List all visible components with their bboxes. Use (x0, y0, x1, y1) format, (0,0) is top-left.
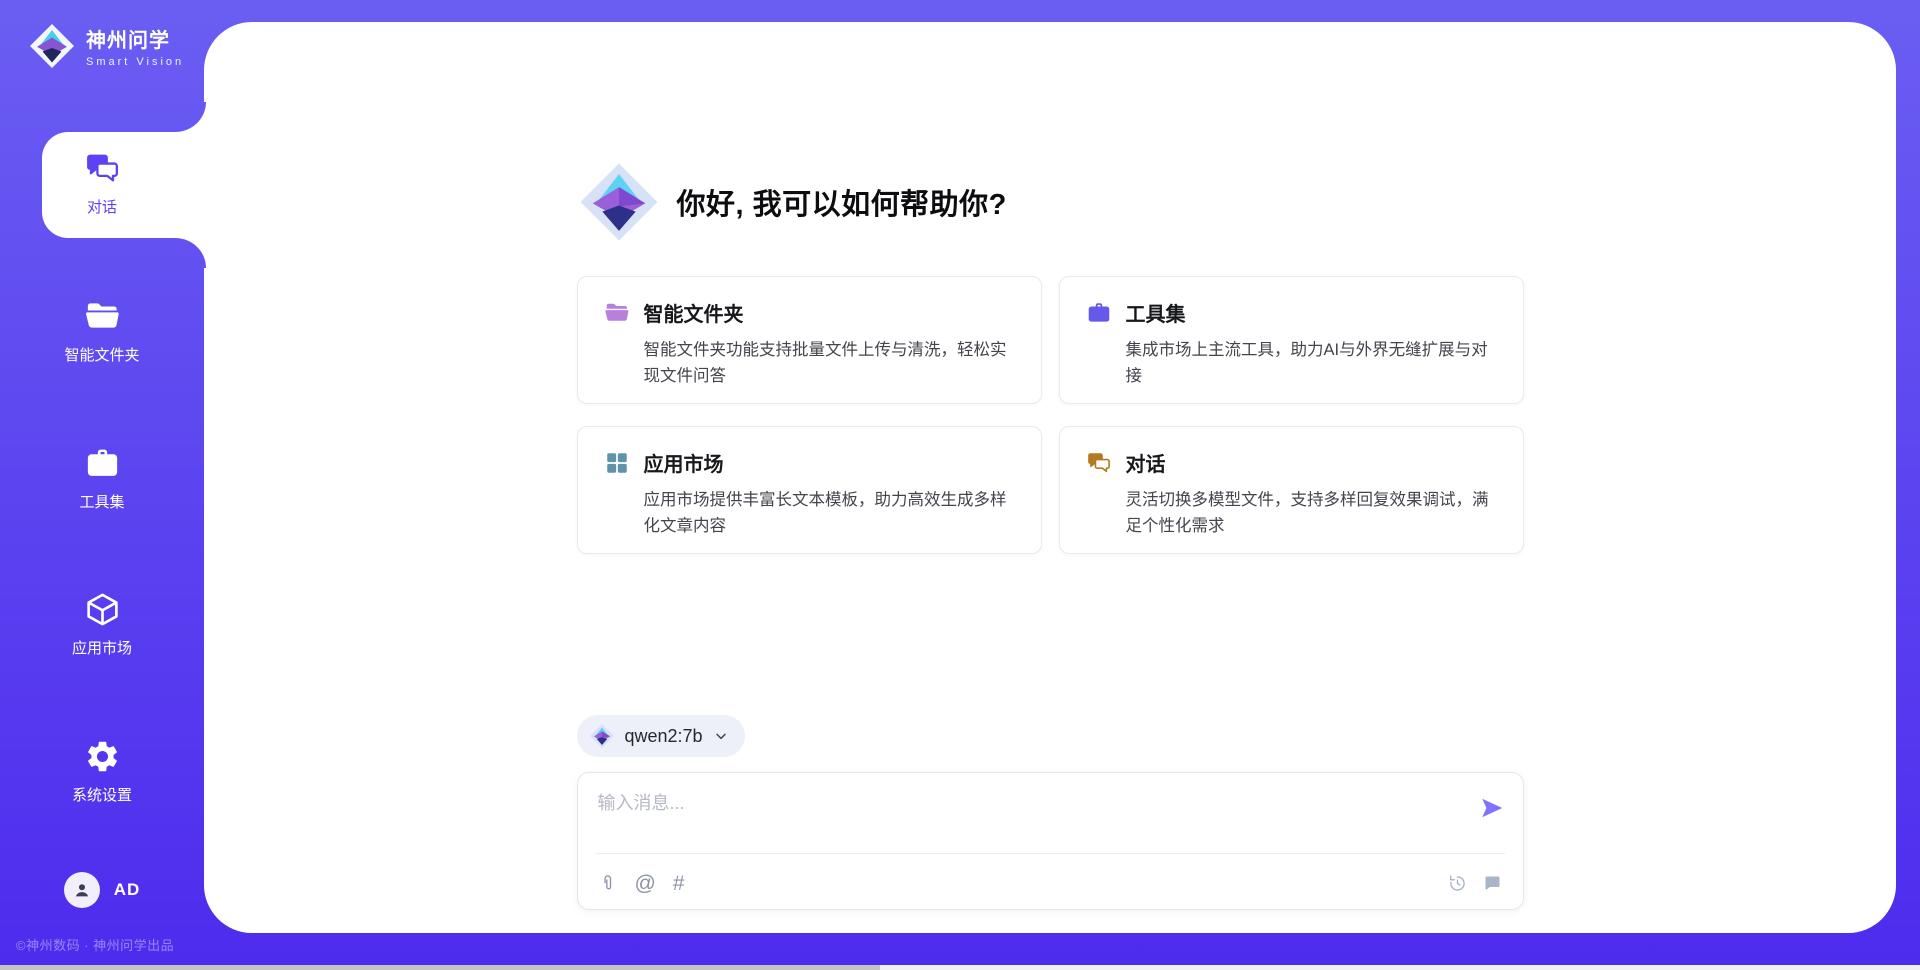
horizontal-scrollbar[interactable] (0, 965, 1920, 970)
send-icon[interactable] (1479, 795, 1505, 821)
card-toolset[interactable]: 工具集 集成市场上主流工具，助力AI与外界无缝扩展与对接 (1059, 276, 1524, 404)
brand-subtitle: Smart Vision (86, 56, 184, 68)
greeting-title: 你好, 我可以如何帮助你? (677, 181, 1007, 223)
sidebar-item-smart-folder[interactable]: 智能文件夹 (0, 298, 204, 365)
user-name: AD (114, 880, 141, 900)
card-title: 对话 (1126, 448, 1166, 477)
feature-cards: 智能文件夹 智能文件夹功能支持批量文件上传与清洗，轻松实现文件问答 工具集 集成… (577, 276, 1524, 554)
card-chat[interactable]: 对话 灵活切换多模型文件，支持多样回复效果调试，满足个性化需求 (1059, 426, 1524, 554)
gear-icon (84, 738, 121, 775)
toolbox-icon (84, 445, 121, 482)
model-selector[interactable]: qwen2:7b (577, 715, 745, 757)
sidebar-item-label: 应用市场 (72, 637, 132, 658)
card-smart-folder[interactable]: 智能文件夹 智能文件夹功能支持批量文件上传与清洗，轻松实现文件问答 (577, 276, 1042, 404)
sidebar-item-label: 系统设置 (72, 784, 132, 805)
message-composer: @ # (577, 772, 1524, 910)
model-diamond-icon (589, 723, 615, 749)
card-description: 应用市场提供丰富长文本模板，助力高效生成多样化文章内容 (604, 488, 1015, 539)
grid-icon (604, 450, 630, 476)
sidebar-item-label: 工具集 (79, 491, 124, 512)
sidebar: 神州问学 Smart Vision 对话 智能文件夹 工具集 应用市场 系统设置… (0, 0, 204, 970)
folder-icon (84, 298, 121, 335)
sidebar-item-label: 对话 (87, 196, 117, 217)
brand-diamond-icon (577, 160, 661, 244)
avatar (64, 872, 100, 908)
hash-icon[interactable]: # (673, 873, 685, 894)
greeting-section: 你好, 我可以如何帮助你? (577, 160, 1524, 244)
sidebar-footer: ©神州数码 · 神州问学出品 (16, 935, 174, 954)
sidebar-item-label: 智能文件夹 (64, 344, 139, 365)
brand: 神州问学 Smart Vision (28, 22, 184, 70)
card-title: 工具集 (1126, 298, 1186, 327)
card-title: 应用市场 (644, 448, 724, 477)
chat-icon (84, 150, 121, 187)
sidebar-item-toolset[interactable]: 工具集 (0, 445, 204, 512)
chat-icon (1086, 450, 1112, 476)
history-icon[interactable] (1447, 873, 1468, 894)
composer-divider (596, 853, 1505, 854)
at-icon[interactable]: @ (635, 873, 656, 894)
sidebar-item-chat[interactable]: 对话 (0, 150, 204, 217)
model-name: qwen2:7b (625, 726, 703, 747)
tab-fillet-top (175, 102, 206, 132)
person-icon (71, 879, 93, 901)
brand-name: 神州问学 (86, 24, 184, 53)
sidebar-item-app-market[interactable]: 应用市场 (0, 591, 204, 658)
toolbox-icon (1086, 300, 1112, 326)
main-content-panel: 你好, 我可以如何帮助你? 智能文件夹 智能文件夹功能支持批量文件上传与清洗，轻… (204, 22, 1896, 933)
card-description: 智能文件夹功能支持批量文件上传与清洗，轻松实现文件问答 (604, 338, 1015, 389)
chevron-down-icon (713, 728, 729, 744)
card-title: 智能文件夹 (644, 298, 744, 327)
card-description: 灵活切换多模型文件，支持多样回复效果调试，满足个性化需求 (1086, 488, 1497, 539)
paperclip-icon[interactable] (598, 873, 618, 893)
comment-icon[interactable] (1482, 873, 1503, 894)
cube-icon (84, 591, 121, 628)
card-description: 集成市场上主流工具，助力AI与外界无缝扩展与对接 (1086, 338, 1497, 389)
card-app-market[interactable]: 应用市场 应用市场提供丰富长文本模板，助力高效生成多样化文章内容 (577, 426, 1042, 554)
user-profile[interactable]: AD (0, 872, 204, 908)
composer-toolbar: @ # (598, 865, 1503, 901)
tab-fillet-bottom (175, 238, 206, 268)
sidebar-item-settings[interactable]: 系统设置 (0, 738, 204, 805)
folder-icon (604, 300, 630, 326)
brand-logo-icon (28, 22, 76, 70)
scrollbar-thumb[interactable] (0, 965, 880, 970)
message-input[interactable] (598, 789, 1459, 845)
